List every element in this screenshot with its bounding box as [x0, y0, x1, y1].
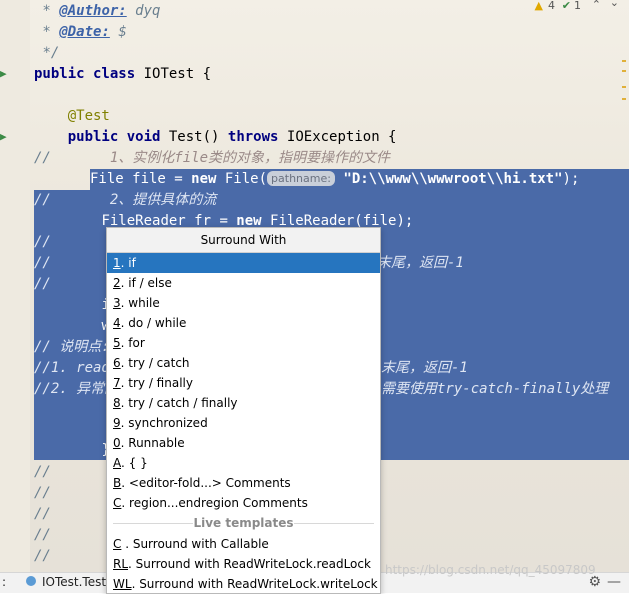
scroll-marker[interactable] — [622, 70, 626, 72]
method-declaration: public void Test() throws IOException { — [67, 129, 397, 145]
mnemonic-key: 9 — [113, 416, 121, 430]
menu-item-label: . synchronized — [120, 416, 208, 430]
selected-code-line: //1. read 末尾，返回-1 — [34, 360, 468, 376]
menu-item-label: . if — [120, 256, 136, 270]
menu-item-label: . Surround with ReadWriteLock.writeLock — [131, 577, 378, 591]
menu-item-label: . try / finally — [120, 376, 193, 390]
surround-with-popup[interactable]: Surround With 1. if 2. if / else 3. while 4… — [106, 227, 381, 594]
warning-count: 4 — [548, 0, 555, 12]
check-icon[interactable]: ✔ — [562, 0, 571, 12]
mnemonic-key: 8 — [113, 396, 121, 410]
mnemonic-key: 4 — [113, 316, 121, 330]
mnemonic-key: 3 — [113, 296, 121, 310]
gutter — [0, 0, 30, 572]
warning-icon[interactable]: ▲ — [535, 0, 543, 12]
class-declaration: public class IOTest { — [34, 66, 212, 82]
selected-code-line: //末尾，返回-1 — [34, 255, 464, 271]
code-line: * @Author: dyq — [34, 3, 161, 19]
popup-title: Surround With — [107, 228, 380, 253]
method-icon — [26, 576, 36, 586]
selected-code-line: // — [34, 234, 51, 250]
menu-item-label: . Runnable — [120, 436, 185, 450]
code-comment-line: // 1、实例化file类的对象，指明要操作的文件 — [34, 150, 391, 166]
minimize-icon[interactable]: — — [607, 574, 621, 590]
menu-item-label: . Surround with ReadWriteLock.readLock — [128, 557, 371, 571]
menu-item-label: . Surround with Callable — [121, 537, 269, 551]
selected-code-line: File file = new File(pathname: "D:\\www\… — [90, 171, 580, 187]
breadcrumb-file[interactable]: IOTest.Test — [42, 575, 106, 589]
mnemonic-key: WL — [113, 577, 132, 591]
surround-item[interactable]: 3. while — [107, 293, 380, 313]
menu-item-label: . { } — [121, 456, 148, 470]
template-item[interactable]: RL. Surround with ReadWriteLock.readLock — [107, 554, 380, 574]
live-templates-separator: Live templates — [107, 513, 380, 534]
menu-item-label: . if / else — [120, 276, 172, 290]
mnemonic-key: 1 — [113, 256, 121, 270]
menu-item-label: . do / while — [120, 316, 187, 330]
run-test-icon[interactable]: ▶ — [0, 131, 12, 143]
surround-item[interactable]: 7. try / finally — [107, 373, 380, 393]
selected-code-line: // — [34, 276, 51, 292]
status-glyph: : — [2, 575, 7, 589]
code-comment-line: // — [34, 506, 51, 522]
menu-item-label: . try / catch — [120, 356, 190, 370]
surround-item[interactable]: 8. try / catch / finally — [107, 393, 380, 413]
code-line: * @Date: $ — [34, 24, 127, 40]
mnemonic-key: 0 — [113, 436, 121, 450]
watermark: https://blog.csdn.net/qq_45097809 — [385, 563, 596, 577]
mnemonic-key: RL — [113, 557, 129, 571]
surround-item[interactable]: 5. for — [107, 333, 380, 353]
selected-code-line: i — [34, 295, 109, 316]
surround-item[interactable]: 1. if — [107, 253, 380, 273]
surround-item[interactable]: 9. synchronized — [107, 413, 380, 433]
scroll-marker[interactable] — [622, 86, 626, 88]
menu-item-label: . <editor-fold...> Comments — [121, 476, 291, 490]
mnemonic-key: 6 — [113, 356, 121, 370]
surround-item[interactable]: A. { } — [107, 453, 380, 473]
mnemonic-key: A — [113, 456, 121, 470]
run-class-icon[interactable]: ▶ — [0, 68, 12, 80]
selected-code-line: w — [34, 316, 109, 337]
menu-item-label: . while — [120, 296, 160, 310]
template-item[interactable]: WL. Surround with ReadWriteLock.writeLoc… — [107, 574, 380, 593]
parameter-hint: pathname: — [267, 171, 335, 186]
surround-item[interactable]: 2. if / else — [107, 273, 380, 293]
menu-item-label: . for — [120, 336, 145, 350]
mnemonic-key: 2 — [113, 276, 121, 290]
surround-item[interactable]: B. <editor-fold...> Comments — [107, 473, 380, 493]
selected-code-line: } — [34, 440, 109, 461]
selected-code-line: // 说明点: — [34, 339, 110, 355]
code-comment-line: // — [34, 485, 51, 501]
scroll-marker[interactable] — [622, 60, 626, 62]
selected-code-line: // 2、提供具体的流 — [34, 192, 217, 208]
chevron-down-icon[interactable]: ⌄ — [610, 0, 619, 9]
chevron-up-icon[interactable]: ⌃ — [592, 0, 601, 11]
template-item[interactable]: C . Surround with Callable — [107, 534, 380, 554]
surround-item[interactable]: C. region...endregion Comments — [107, 493, 380, 513]
mnemonic-key: 7 — [113, 376, 121, 390]
surround-options: 1. if 2. if / else 3. while 4. do / while 5.… — [107, 253, 380, 513]
surround-item[interactable]: 4. do / while — [107, 313, 380, 333]
code-comment-line: // — [34, 548, 51, 564]
code-comment-line: // — [34, 464, 51, 480]
live-template-options: C . Surround with Callable RL. Surround w… — [107, 534, 380, 593]
surround-item[interactable]: 6. try / catch — [107, 353, 380, 373]
surround-item[interactable]: 0. Runnable — [107, 433, 380, 453]
code-line: */ — [42, 45, 60, 61]
code-comment-line: // — [34, 527, 51, 543]
check-count: 1 — [574, 0, 581, 12]
menu-item-label: . region...endregion Comments — [121, 496, 308, 510]
annotation-line: @Test — [67, 108, 110, 124]
scroll-marker[interactable] — [622, 98, 626, 100]
menu-item-label: . try / catch / finally — [120, 396, 238, 410]
mnemonic-key: 5 — [113, 336, 121, 350]
mnemonic-key: B — [113, 476, 122, 490]
